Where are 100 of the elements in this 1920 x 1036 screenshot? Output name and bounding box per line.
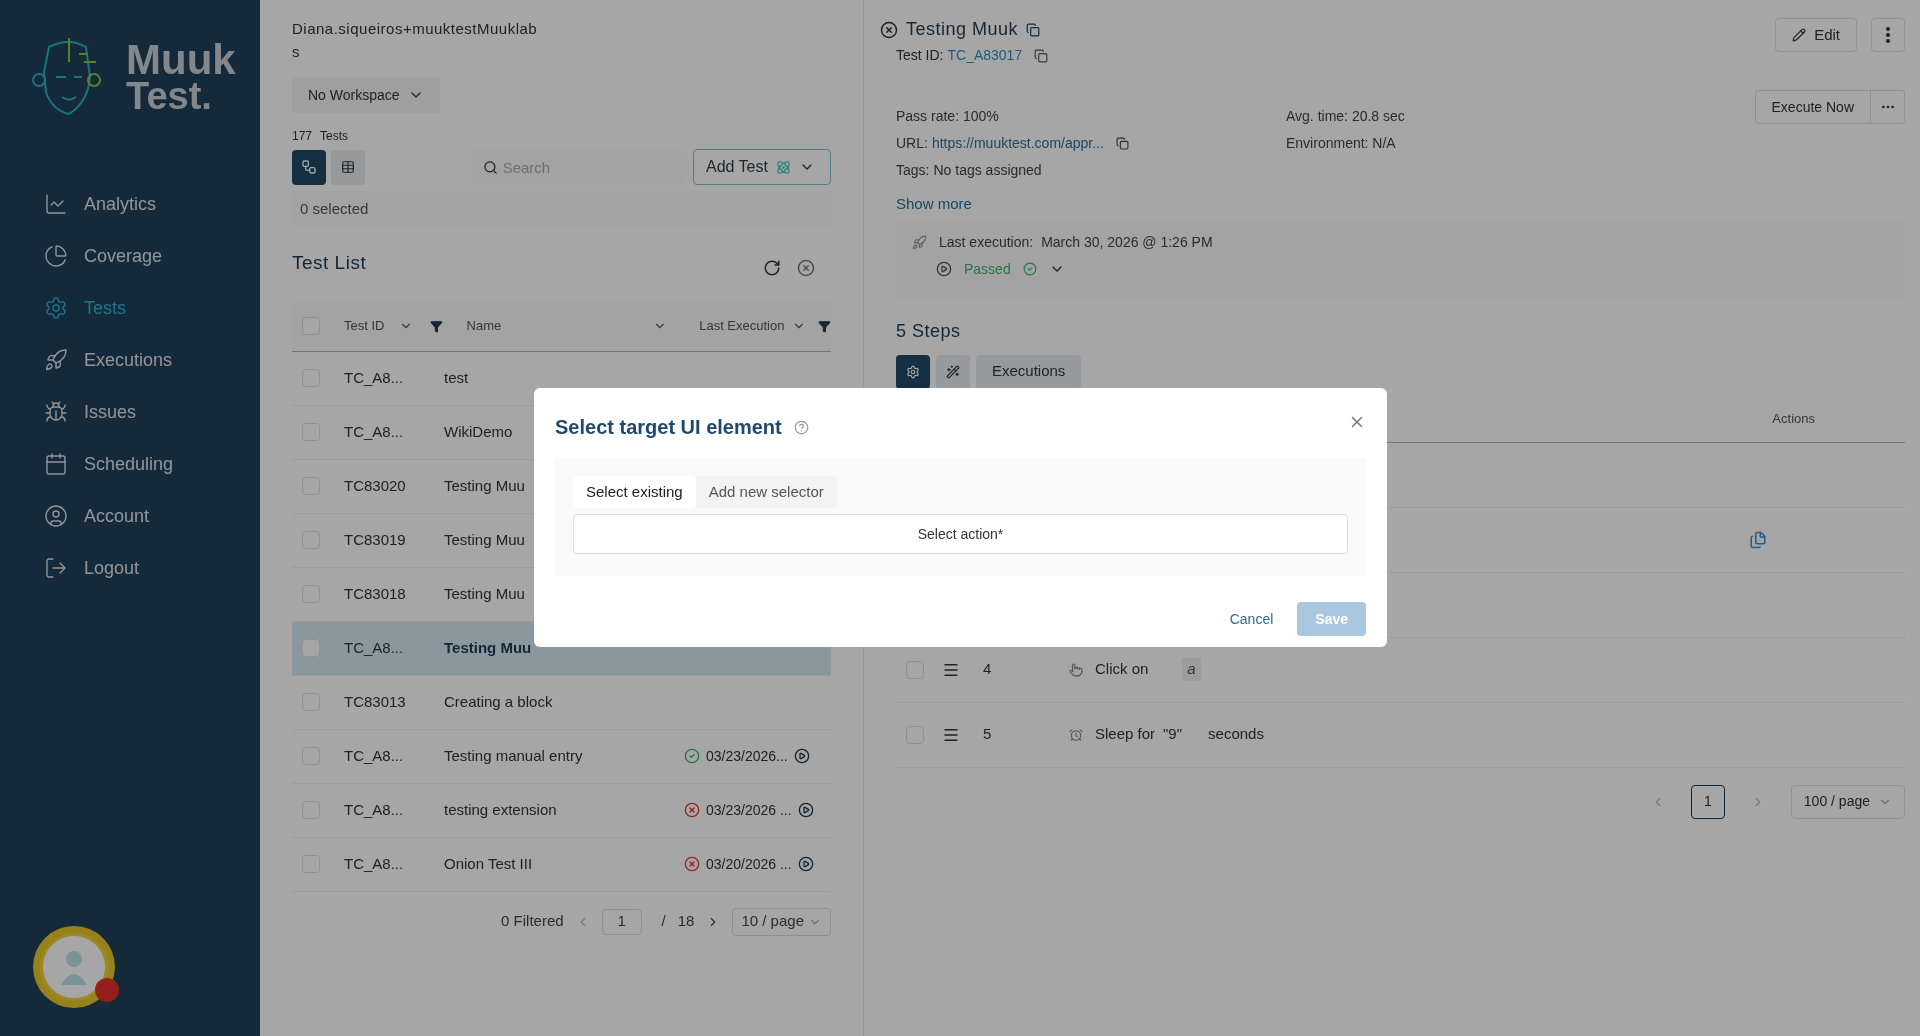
checkbox[interactable] bbox=[302, 639, 320, 657]
copy-icon[interactable] bbox=[1115, 137, 1129, 150]
test-id: TC_A8... bbox=[344, 368, 404, 386]
column-header[interactable]: Name bbox=[466, 316, 654, 336]
page-total: 18 bbox=[677, 911, 695, 932]
bug-icon bbox=[44, 400, 68, 424]
url-link[interactable]: https://muuktest.com/appr... bbox=[931, 133, 1104, 154]
test-name: Testing manual entry bbox=[444, 746, 583, 764]
show-more-link[interactable]: Show more bbox=[896, 193, 972, 216]
step-suffix: seconds bbox=[1208, 724, 1264, 745]
chart-icon bbox=[44, 192, 68, 216]
play-icon[interactable] bbox=[793, 748, 810, 764]
action-select[interactable]: Select action* bbox=[573, 514, 1348, 554]
gear-icon bbox=[44, 296, 68, 320]
logout-icon bbox=[44, 556, 68, 580]
more-button[interactable] bbox=[1871, 18, 1905, 52]
nav-item[interactable]: Logout bbox=[44, 552, 244, 584]
page-input[interactable]: 1 bbox=[601, 908, 642, 935]
table-view-button[interactable] bbox=[330, 149, 365, 185]
selector-tab[interactable]: Add new selector bbox=[695, 476, 837, 508]
last-execution-label: Last execution: bbox=[939, 232, 1034, 252]
test-name: Onion Test III bbox=[444, 854, 533, 872]
test-id: TC_A8... bbox=[344, 746, 404, 764]
nav-item[interactable]: Coverage bbox=[44, 240, 244, 272]
alarm-clock-icon bbox=[1069, 727, 1083, 742]
execute-now-button[interactable]: Execute Now bbox=[1754, 90, 1871, 124]
table-icon bbox=[340, 160, 355, 174]
step-number: 5 bbox=[983, 724, 993, 745]
gear-icon bbox=[906, 364, 920, 379]
page-button[interactable]: 1 bbox=[1690, 784, 1725, 819]
test-id-link[interactable]: TC_A83017 bbox=[947, 45, 1023, 66]
rocket-icon bbox=[912, 234, 927, 250]
steps-tab[interactable] bbox=[936, 354, 970, 389]
test-name: WikiDemo bbox=[444, 422, 513, 440]
last-execution-date: March 30, 2026 @ 1:26 PM bbox=[1041, 232, 1213, 252]
more-icon bbox=[1886, 27, 1890, 43]
close-icon[interactable] bbox=[880, 20, 898, 39]
step-action: Sleep for bbox=[1095, 724, 1156, 745]
test-name: Testing Muu bbox=[444, 584, 525, 602]
help-icon[interactable] bbox=[793, 419, 809, 435]
clear-icon[interactable] bbox=[797, 259, 815, 278]
copy-icon[interactable] bbox=[1034, 48, 1049, 63]
test-count: 177 bbox=[292, 128, 313, 145]
steps-tab[interactable] bbox=[896, 354, 930, 389]
workspace-dropdown[interactable]: No Workspace bbox=[292, 77, 440, 113]
nav-item[interactable]: Issues bbox=[44, 396, 244, 428]
test-id: TC83019 bbox=[344, 530, 406, 548]
execution-date: 03/20/2026 ... bbox=[706, 854, 792, 874]
user-email: Diana.siqueiros+muuktestMuuklab bbox=[292, 19, 539, 39]
test-id: TC_A8... bbox=[344, 422, 404, 440]
test-title: Testing Muuk bbox=[906, 18, 1019, 41]
play-icon[interactable] bbox=[797, 856, 814, 872]
nav-item[interactable]: Analytics bbox=[44, 188, 244, 220]
step-value: a bbox=[1182, 658, 1201, 681]
edit-button[interactable]: Edit bbox=[1775, 18, 1857, 52]
environment: Environment: N/A bbox=[1286, 134, 1397, 153]
user-icon bbox=[44, 504, 68, 528]
user-email: s bbox=[292, 41, 300, 62]
tags-label: Tags: bbox=[896, 161, 930, 180]
nav-item[interactable]: Scheduling bbox=[44, 448, 244, 480]
passed-icon bbox=[1022, 262, 1037, 276]
selector-tab[interactable]: Select existing bbox=[573, 476, 696, 508]
test-id: TC_A8... bbox=[344, 638, 404, 656]
pie-chart-icon bbox=[44, 244, 68, 268]
play-icon[interactable] bbox=[797, 802, 814, 818]
test-name: test bbox=[444, 368, 469, 386]
page-size-select[interactable]: 10 / page bbox=[732, 907, 831, 936]
atom-icon bbox=[775, 159, 791, 175]
nav-item[interactable]: Executions bbox=[44, 344, 244, 376]
column-header[interactable]: Last Execution bbox=[699, 316, 785, 336]
execution-date: 03/23/2026... bbox=[706, 746, 788, 766]
nav-item[interactable]: Account bbox=[44, 500, 244, 532]
test-id: TC83018 bbox=[344, 584, 406, 602]
column-header[interactable]: Test ID bbox=[344, 316, 400, 336]
play-icon[interactable] bbox=[936, 261, 952, 277]
copy-icon[interactable] bbox=[1026, 22, 1041, 37]
filter-icon[interactable] bbox=[818, 319, 831, 333]
copy-step-icon[interactable] bbox=[1749, 530, 1767, 549]
tags-value: No tags assigned bbox=[933, 161, 1042, 180]
step-value: "9" bbox=[1163, 724, 1183, 745]
test-id-label: Test ID: bbox=[896, 46, 944, 65]
wand-icon bbox=[946, 364, 960, 379]
filter-icon[interactable] bbox=[429, 319, 443, 333]
rocket-icon bbox=[44, 348, 68, 372]
logo-text: Test. bbox=[126, 78, 213, 113]
test-id: TC_A8... bbox=[344, 800, 404, 818]
figure-icon bbox=[59, 949, 89, 985]
refresh-icon[interactable] bbox=[763, 259, 781, 278]
add-test-button[interactable]: Add Test bbox=[692, 149, 831, 185]
page-size-select[interactable]: 100 / page bbox=[1790, 784, 1905, 819]
steps-tab[interactable]: Executions bbox=[976, 354, 1082, 389]
test-id: TC83013 bbox=[344, 692, 406, 710]
steps-title: 5 Steps bbox=[896, 319, 961, 343]
test-name: Testing Muu bbox=[444, 638, 532, 656]
test-name: Testing Muu bbox=[444, 476, 525, 494]
cancel-button[interactable]: Cancel bbox=[1229, 608, 1274, 630]
flow-icon bbox=[300, 159, 317, 175]
flow-view-button[interactable] bbox=[292, 149, 326, 185]
test-count-label: Tests bbox=[320, 128, 349, 145]
test-name: Creating a block bbox=[444, 692, 553, 710]
